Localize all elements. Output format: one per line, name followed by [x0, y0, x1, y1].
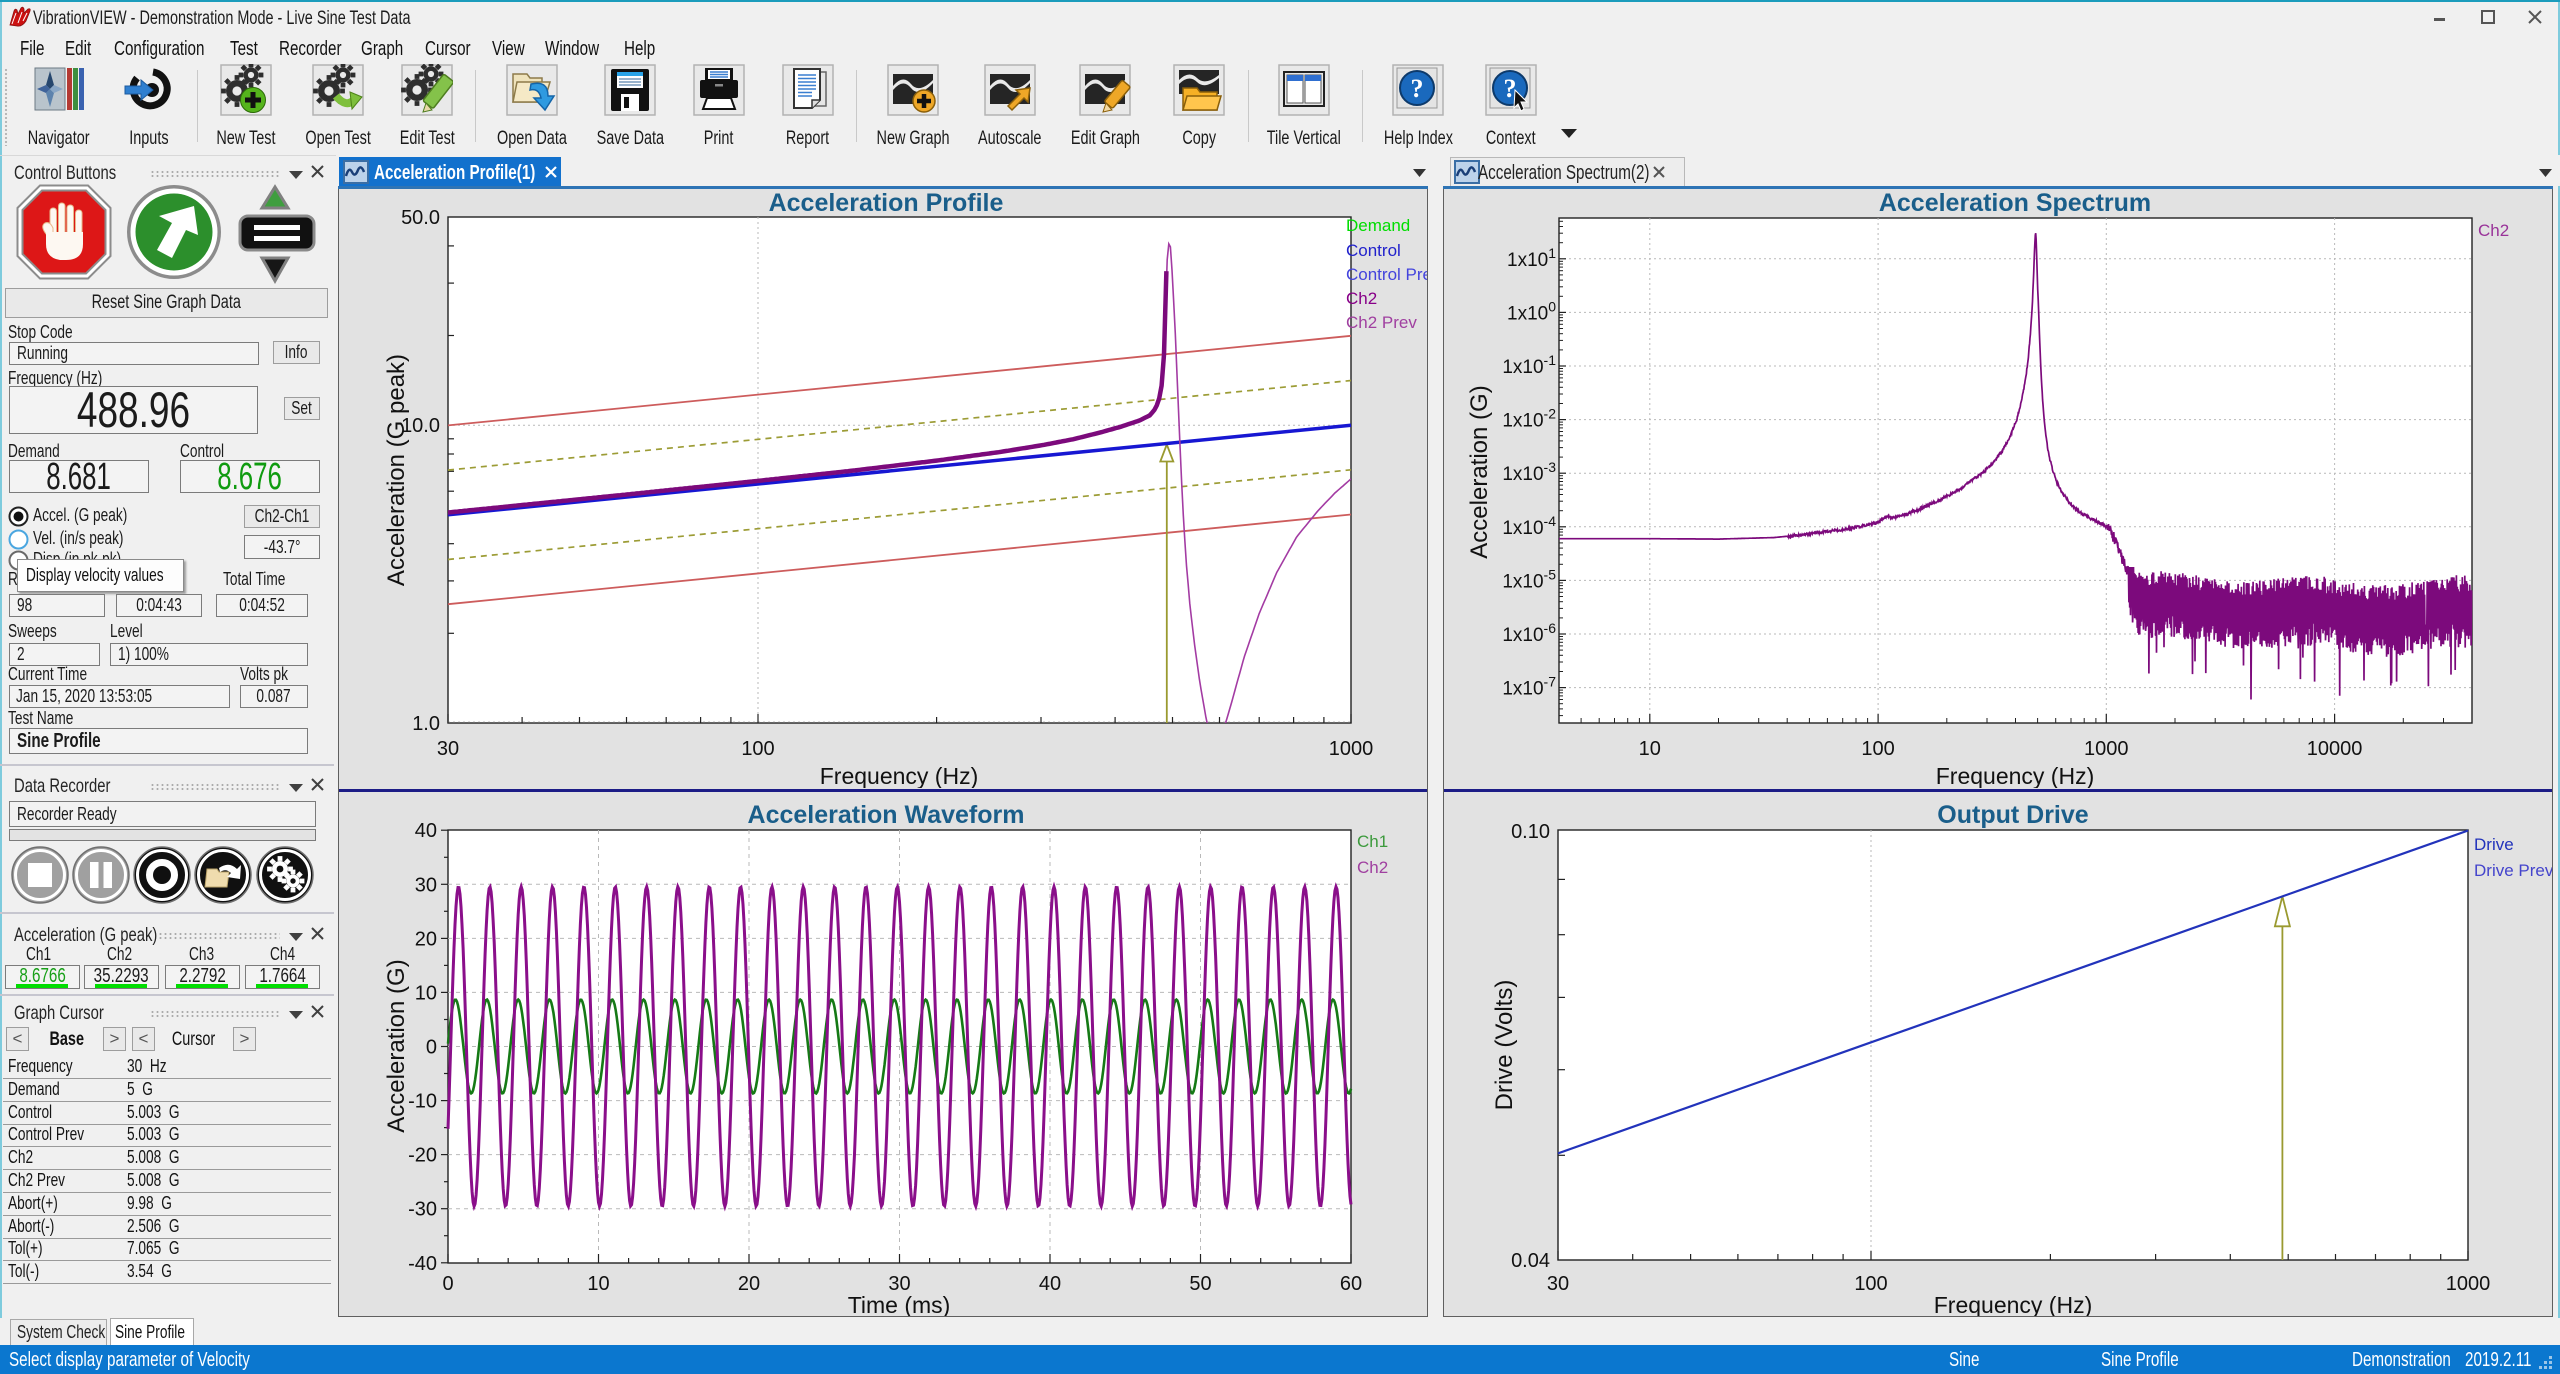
svg-text:Ch2 Prev: Ch2 Prev — [1346, 313, 1417, 332]
svg-text:1000: 1000 — [1329, 738, 1374, 760]
svg-text:Drive Prev: Drive Prev — [2474, 861, 2552, 880]
svg-text:10: 10 — [415, 982, 437, 1004]
svg-text:20: 20 — [738, 1273, 760, 1295]
svg-text:1.0: 1.0 — [412, 713, 440, 735]
svg-text:1x10-3: 1x10-3 — [1502, 459, 1556, 485]
svg-text:1x100: 1x100 — [1507, 298, 1556, 324]
svg-text:Control: Control — [1346, 241, 1401, 260]
svg-text:-10: -10 — [408, 1091, 437, 1113]
svg-text:1x10-6: 1x10-6 — [1502, 620, 1556, 646]
svg-text:Acceleration Spectrum: Acceleration Spectrum — [1879, 189, 2151, 217]
svg-text:Acceleration (G): Acceleration (G) — [1466, 385, 1493, 558]
svg-text:Time (ms): Time (ms) — [848, 1292, 951, 1316]
svg-text:Frequency (Hz): Frequency (Hz) — [1934, 1292, 2092, 1316]
svg-text:40: 40 — [415, 820, 437, 842]
svg-text:10000: 10000 — [2307, 738, 2363, 760]
svg-text:Acceleration (G peak): Acceleration (G peak) — [383, 354, 410, 586]
svg-text:100: 100 — [1861, 738, 1894, 760]
svg-text:1x10-7: 1x10-7 — [1502, 674, 1556, 700]
svg-text:50.0: 50.0 — [401, 207, 440, 229]
svg-text:30: 30 — [415, 874, 437, 896]
svg-text:Ch2: Ch2 — [1357, 858, 1388, 877]
svg-text:0: 0 — [442, 1273, 453, 1295]
svg-text:Acceleration Waveform: Acceleration Waveform — [748, 801, 1025, 829]
svg-text:Acceleration Profile: Acceleration Profile — [769, 189, 1004, 217]
svg-text:20: 20 — [415, 928, 437, 950]
svg-text:Frequency (Hz): Frequency (Hz) — [820, 763, 978, 788]
svg-text:Frequency (Hz): Frequency (Hz) — [1936, 763, 2094, 788]
svg-text:Ch2: Ch2 — [1346, 289, 1377, 308]
svg-text:30: 30 — [1547, 1273, 1569, 1295]
svg-text:1000: 1000 — [2446, 1273, 2491, 1295]
svg-text:Acceleration (G): Acceleration (G) — [383, 959, 410, 1132]
svg-text:1x10-4: 1x10-4 — [1502, 513, 1556, 539]
svg-text:60: 60 — [1340, 1273, 1362, 1295]
svg-text:40: 40 — [1039, 1273, 1061, 1295]
svg-text:10: 10 — [587, 1273, 609, 1295]
svg-text:100: 100 — [741, 738, 774, 760]
svg-text:1x101: 1x101 — [1507, 245, 1556, 271]
svg-text:Drive: Drive — [2474, 835, 2514, 854]
svg-text:Drive (Volts): Drive (Volts) — [1491, 980, 1518, 1111]
svg-text:Ch2: Ch2 — [2478, 221, 2509, 240]
svg-text:Ch1: Ch1 — [1357, 832, 1388, 851]
svg-text:-20: -20 — [408, 1145, 437, 1167]
svg-text:1x10-2: 1x10-2 — [1502, 406, 1556, 432]
svg-text:100: 100 — [1854, 1273, 1887, 1295]
svg-text:0: 0 — [426, 1037, 437, 1059]
svg-text:?: ? — [1411, 74, 1424, 103]
svg-text:-30: -30 — [408, 1199, 437, 1221]
svg-text:10: 10 — [1639, 738, 1661, 760]
svg-text:Output Drive: Output Drive — [1937, 801, 2088, 829]
svg-text:-40: -40 — [408, 1253, 437, 1275]
svg-text:1x10-5: 1x10-5 — [1502, 566, 1556, 592]
svg-text:Control Prev: Control Prev — [1346, 265, 1427, 284]
svg-text:Demand: Demand — [1346, 216, 1410, 235]
svg-text:30: 30 — [437, 738, 459, 760]
svg-text:50: 50 — [1189, 1273, 1211, 1295]
svg-text:0.04: 0.04 — [1511, 1250, 1550, 1272]
svg-text:1x10-1: 1x10-1 — [1502, 352, 1556, 378]
svg-text:0.10: 0.10 — [1511, 821, 1550, 843]
svg-text:1000: 1000 — [2084, 738, 2129, 760]
